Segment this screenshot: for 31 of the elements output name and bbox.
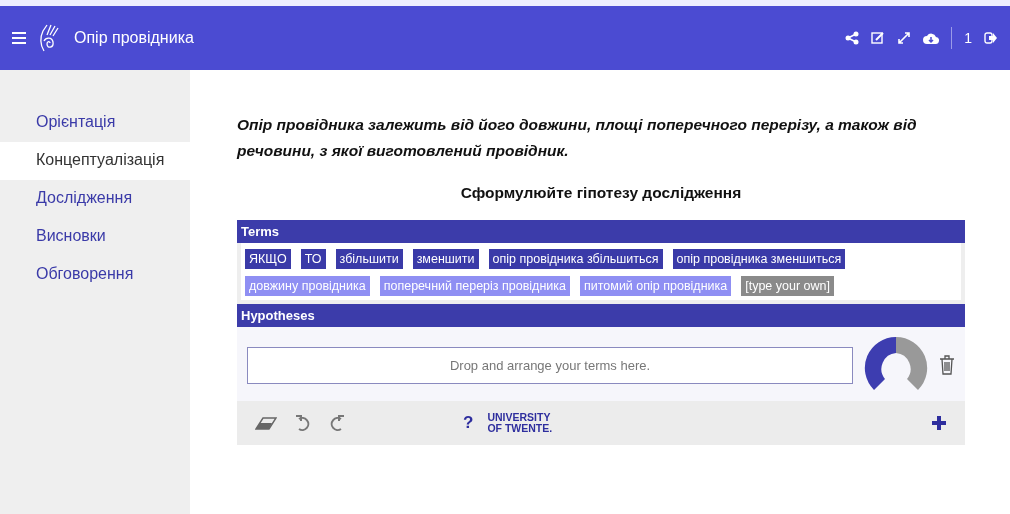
sidebar-item[interactable]: Орієнтація — [0, 104, 190, 142]
intro-text: Опір провідника залежить від його довжини, площі поперечного перерізу, а також від речовини, з якої виготовлений провідник. — [237, 115, 918, 161]
sidebar-item[interactable]: Обговорення — [0, 256, 190, 294]
sidebar-item[interactable]: Дослідження — [0, 180, 190, 218]
term-chip[interactable]: опір провідника збільшиться — [488, 249, 663, 269]
redo-icon[interactable] — [329, 414, 345, 432]
section-header: Hypotheses — [237, 304, 965, 327]
expand-icon[interactable] — [897, 31, 912, 45]
eraser-icon[interactable] — [255, 416, 277, 430]
term-chip[interactable]: зменшити — [412, 249, 479, 269]
term-chip[interactable]: збільшити — [335, 249, 403, 269]
cloud-download-icon[interactable] — [923, 31, 940, 45]
edit-icon[interactable] — [871, 31, 886, 45]
add-icon[interactable] — [931, 415, 947, 431]
logout-icon[interactable] — [984, 32, 998, 44]
trash-icon[interactable] — [939, 355, 955, 375]
section-header: Terms — [237, 220, 965, 243]
term-chip[interactable]: ТО — [300, 249, 326, 269]
menu-icon[interactable] — [12, 32, 26, 44]
task-heading: Сформулюйте гіпотезу дослідження — [459, 184, 743, 202]
university-logo: UNIVERSITY OF TWENTE. — [487, 412, 553, 434]
app-title: Опір провідника — [74, 29, 194, 47]
sidebar-item[interactable]: Висновки — [0, 218, 190, 256]
undo-icon[interactable] — [295, 414, 311, 432]
page-counter: 1 — [964, 30, 972, 46]
term-chip[interactable]: ЯКЩО — [245, 249, 291, 269]
share-icon[interactable] — [845, 31, 860, 45]
drop-field[interactable]: Drop and arrange your terms here. — [247, 346, 853, 384]
sidebar-item[interactable]: Концептуалізація — [0, 142, 190, 180]
help-link[interactable]: ? — [463, 413, 474, 433]
term-chip[interactable]: опір провідника зменшиться — [672, 249, 846, 269]
